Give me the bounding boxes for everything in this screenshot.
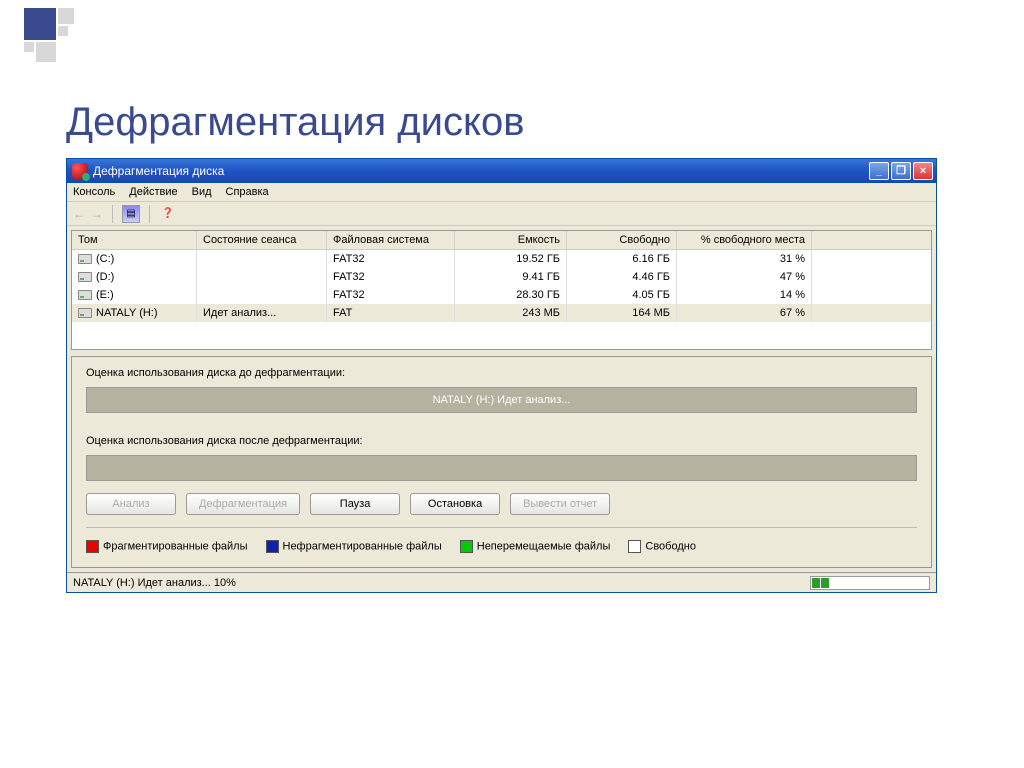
before-defrag-label: Оценка использования диска до дефрагмент… [86, 367, 917, 379]
menu-console[interactable]: Консоль [73, 186, 115, 198]
minimize-button[interactable]: _ [869, 162, 889, 180]
after-defrag-bar [86, 455, 917, 481]
report-button[interactable]: Вывести отчет [510, 493, 610, 515]
legend-unmovable: Неперемещаемые файлы [477, 540, 611, 552]
defragment-button[interactable]: Дефрагментация [186, 493, 300, 515]
col-pct-free[interactable]: % свободного места [677, 231, 812, 249]
col-capacity[interactable]: Емкость [455, 231, 567, 249]
volume-row[interactable]: (E:) FAT32 28.30 ГБ 4.05 ГБ 14 % [72, 286, 931, 304]
volume-list: Том Состояние сеанса Файловая система Ем… [71, 230, 932, 350]
col-session[interactable]: Состояние сеанса [197, 231, 327, 249]
help-icon[interactable]: ❓ [159, 205, 177, 223]
analysis-panel: Оценка использования диска до дефрагмент… [71, 356, 932, 568]
volume-list-header: Том Состояние сеанса Файловая система Ем… [72, 231, 931, 250]
status-progress [810, 576, 930, 590]
titlebar[interactable]: Дефрагментация диска _ ❐ × [67, 159, 936, 183]
maximize-button[interactable]: ❐ [891, 162, 911, 180]
close-button[interactable]: × [913, 162, 933, 180]
stop-button[interactable]: Остановка [410, 493, 500, 515]
analyze-button[interactable]: Анализ [86, 493, 176, 515]
drive-icon [78, 254, 92, 264]
drive-icon [78, 308, 92, 318]
menu-view[interactable]: Вид [192, 186, 212, 198]
volume-row[interactable]: (C:) FAT32 19.52 ГБ 6.16 ГБ 31 % [72, 250, 931, 268]
menu-action[interactable]: Действие [129, 186, 177, 198]
legend-contiguous: Нефрагментированные файлы [283, 540, 442, 552]
pause-button[interactable]: Пауза [310, 493, 400, 515]
menu-help[interactable]: Справка [226, 186, 269, 198]
legend-swatch-fragmented [86, 540, 99, 553]
drive-icon [78, 272, 92, 282]
window-title: Дефрагментация диска [93, 164, 224, 178]
legend-swatch-contiguous [266, 540, 279, 553]
legend: Фрагментированные файлы Нефрагментирован… [86, 540, 917, 553]
app-icon [72, 163, 88, 179]
slide-title: Дефрагментация дисков [66, 100, 524, 145]
volume-row[interactable]: NATALY (H:) Идет анализ... FAT 243 МБ 16… [72, 304, 931, 322]
properties-icon[interactable]: ▤ [122, 205, 140, 223]
forward-icon[interactable]: → [91, 207, 103, 221]
col-volume[interactable]: Том [72, 231, 197, 249]
legend-swatch-unmovable [460, 540, 473, 553]
status-text: NATALY (H:) Идет анализ... 10% [73, 577, 236, 589]
defrag-window: Дефрагментация диска _ ❐ × Консоль Дейст… [66, 158, 937, 593]
legend-fragmented: Фрагментированные файлы [103, 540, 248, 552]
drive-icon [78, 290, 92, 300]
button-row: Анализ Дефрагментация Пауза Остановка Вы… [86, 493, 917, 515]
menubar: Консоль Действие Вид Справка [67, 183, 936, 202]
col-filesystem[interactable]: Файловая система [327, 231, 455, 249]
before-defrag-bar: NATALY (H:) Идет анализ... [86, 387, 917, 413]
toolbar: ← → ▤ ❓ [67, 202, 936, 226]
legend-swatch-free [628, 540, 641, 553]
statusbar: NATALY (H:) Идет анализ... 10% [67, 572, 936, 592]
volume-row[interactable]: (D:) FAT32 9.41 ГБ 4.46 ГБ 47 % [72, 268, 931, 286]
after-defrag-label: Оценка использования диска после дефрагм… [86, 435, 917, 447]
before-defrag-text: NATALY (H:) Идет анализ... [433, 394, 571, 406]
legend-free: Свободно [645, 540, 696, 552]
back-icon[interactable]: ← [73, 207, 85, 221]
col-free[interactable]: Свободно [567, 231, 677, 249]
